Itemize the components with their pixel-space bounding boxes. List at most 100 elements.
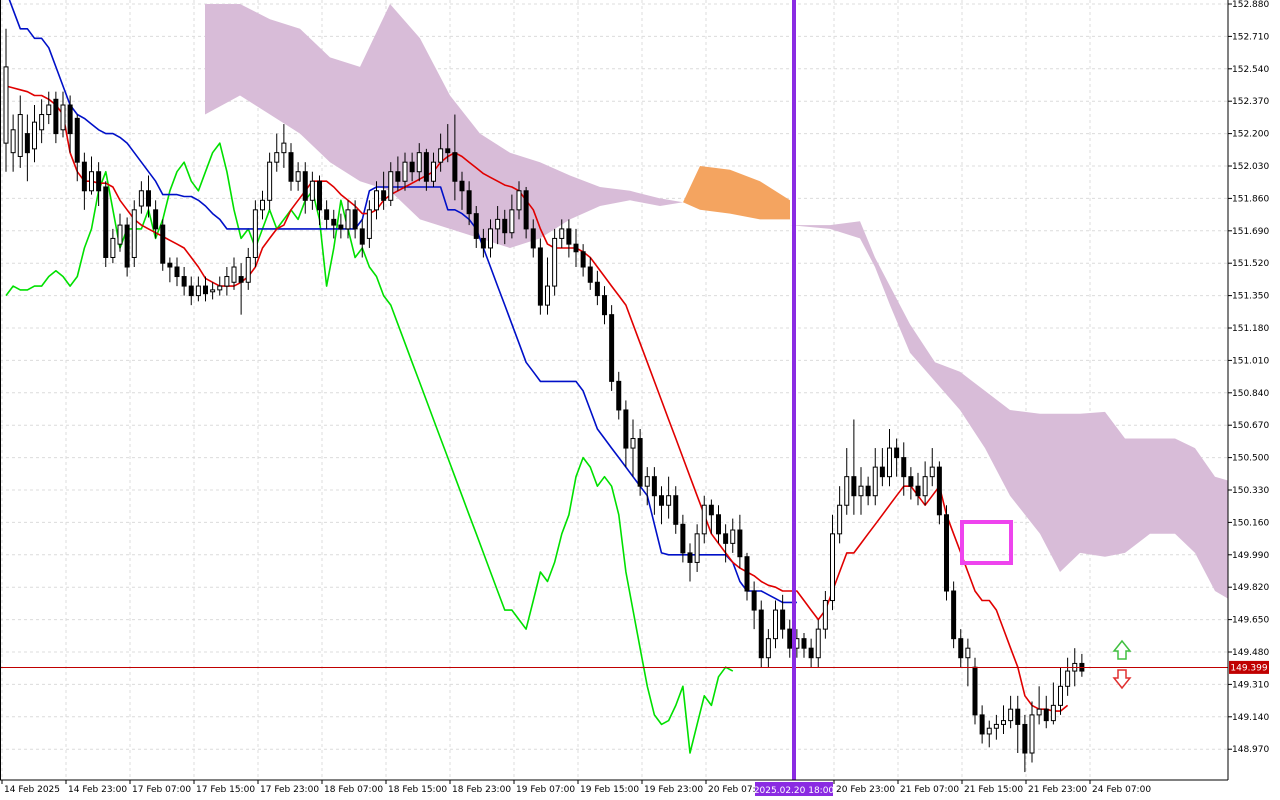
y-tick-label: 150.500 <box>1232 454 1269 464</box>
candle-body <box>317 180 322 211</box>
candle-body <box>830 533 835 602</box>
candle-body <box>409 161 415 173</box>
candle-body <box>972 666 978 716</box>
candle-body <box>1050 704 1056 722</box>
plot-background <box>0 0 1228 780</box>
x-tick-label: 19 Feb 15:00 <box>580 785 639 795</box>
candle-body <box>651 476 657 497</box>
candle-body <box>117 224 123 245</box>
candle-body <box>887 447 892 478</box>
candle-body <box>552 237 558 287</box>
candle-body <box>288 152 294 182</box>
candle-body <box>502 218 508 234</box>
y-tick-label: 152.880 <box>1232 0 1269 10</box>
y-tick-label: 149.310 <box>1232 680 1269 690</box>
candle-body <box>851 476 857 497</box>
candle-body <box>3 66 9 144</box>
candle-body <box>402 161 408 182</box>
candle-body <box>609 314 615 382</box>
ichimoku-candlestick-chart[interactable]: 152.880 152.710 152.540 152.370 152.200 152.0… <box>0 0 1280 800</box>
candle-body <box>509 209 515 234</box>
candle-body <box>217 285 223 291</box>
candle-body <box>901 457 907 478</box>
candle-body <box>260 199 265 211</box>
candle-body <box>566 228 572 245</box>
candle-body <box>687 552 693 563</box>
candle-body <box>124 224 130 268</box>
current-price-label: 149.399 <box>1230 663 1267 673</box>
y-tick-label: 151.860 <box>1232 194 1269 204</box>
candle <box>103 181 109 268</box>
candle-body <box>131 209 137 258</box>
candle-body <box>366 209 372 239</box>
candle-body <box>473 213 479 239</box>
x-tick-label: 19 Feb 23:00 <box>644 785 703 795</box>
candle-body <box>879 466 885 478</box>
x-tick-label: 21 Feb 15:00 <box>964 785 1023 795</box>
candle-body <box>929 466 935 478</box>
candle-body <box>630 438 636 449</box>
candle <box>758 600 764 668</box>
candle-body <box>203 285 208 295</box>
candle-body <box>324 209 330 220</box>
candle-body <box>188 285 194 297</box>
candle-body <box>744 556 750 592</box>
candle-body <box>979 714 985 735</box>
y-tick-label: 152.540 <box>1232 65 1269 75</box>
candle <box>637 429 643 496</box>
candle-body <box>537 247 543 306</box>
candle-body <box>523 190 529 230</box>
candle-body <box>60 104 66 131</box>
candle-body <box>666 495 672 506</box>
candle-body <box>423 152 429 182</box>
candle-body <box>267 161 273 201</box>
candle-body <box>993 723 999 729</box>
candle-body <box>737 529 743 558</box>
candle-body <box>46 104 52 116</box>
candle-body <box>915 485 921 497</box>
y-tick-label: 149.140 <box>1232 713 1269 723</box>
candle-body <box>858 485 864 497</box>
x-tick-label: 17 Feb 07:00 <box>132 785 191 795</box>
candle-body <box>716 514 721 535</box>
candle-body <box>302 171 308 201</box>
y-tick-label: 149.990 <box>1232 551 1269 561</box>
candle-body <box>488 228 493 249</box>
candle-body <box>594 281 600 297</box>
candle-body <box>32 121 37 150</box>
candle-body <box>495 218 501 230</box>
x-tick-label: 21 Feb 23:00 <box>1028 785 1087 795</box>
candle-body <box>331 218 337 226</box>
candle-body <box>787 628 793 649</box>
candle-body <box>160 224 166 264</box>
candle <box>160 219 166 271</box>
candle-body <box>580 251 586 268</box>
candle-body <box>680 523 686 554</box>
candle-body <box>39 114 45 131</box>
candle <box>537 238 543 315</box>
candle-body <box>708 504 714 516</box>
candle-body <box>416 152 422 173</box>
candle-body <box>1008 708 1014 722</box>
candle-body <box>559 228 565 239</box>
y-tick-label: 149.480 <box>1232 648 1269 658</box>
candle-body <box>274 152 280 163</box>
candle-body <box>24 133 30 154</box>
candle-body <box>587 266 593 283</box>
candle-body <box>1001 720 1006 725</box>
candle-body <box>445 148 451 154</box>
candle-body <box>238 276 244 283</box>
candle-body <box>81 161 87 192</box>
candle-body <box>67 104 73 135</box>
candle-body <box>359 228 365 245</box>
candle-body <box>480 237 486 249</box>
candle-body <box>295 171 301 182</box>
candle-body <box>623 409 629 449</box>
y-tick-label: 151.010 <box>1232 356 1269 366</box>
candle-body <box>110 237 116 258</box>
y-tick-label: 150.160 <box>1232 518 1269 528</box>
y-tick-label: 151.690 <box>1232 227 1269 237</box>
x-tick-label: 14 Feb 23:00 <box>68 785 127 795</box>
candle-body <box>545 285 550 306</box>
candle-body <box>965 647 971 659</box>
